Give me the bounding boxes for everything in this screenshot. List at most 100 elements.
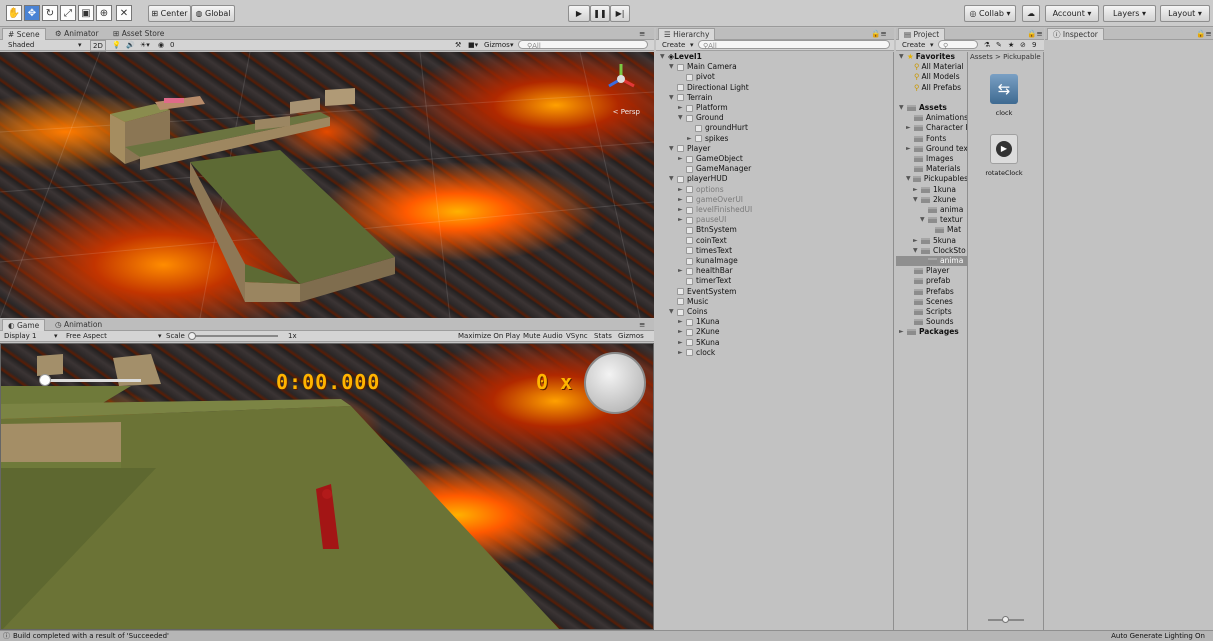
- foldout-arrow-icon[interactable]: ►: [899, 327, 907, 337]
- foldout-arrow-icon[interactable]: ▼: [913, 195, 921, 205]
- project-tree-item[interactable]: Scenes: [896, 297, 967, 307]
- project-tree-item[interactable]: anima: [896, 205, 967, 215]
- foldout-arrow-icon[interactable]: ►: [678, 327, 686, 337]
- foldout-arrow-icon[interactable]: ►: [678, 317, 686, 327]
- hierarchy-item[interactable]: ▼ Coins: [669, 307, 708, 317]
- maximize-on-play-toggle[interactable]: Maximize On Play: [458, 331, 520, 341]
- hierarchy-item[interactable]: ▼ Main Camera: [669, 62, 737, 72]
- hierarchy-item[interactable]: ► clock: [678, 348, 715, 358]
- pivot-center-button[interactable]: ⊞ Center: [148, 5, 191, 22]
- foldout-arrow-icon[interactable]: ▼: [669, 307, 677, 317]
- tab-game[interactable]: ◐ Game: [2, 319, 46, 331]
- camera-settings-icon[interactable]: ■▾: [468, 40, 478, 50]
- scale-slider-handle[interactable]: [188, 332, 196, 340]
- foldout-arrow-icon[interactable]: ►: [913, 236, 921, 246]
- lighting-status[interactable]: Auto Generate Lighting On: [1111, 631, 1205, 641]
- filter-type-icon[interactable]: ⚗: [984, 40, 990, 50]
- foldout-arrow-icon[interactable]: ►: [678, 154, 686, 164]
- hierarchy-item[interactable]: ► 1Kuna: [678, 317, 719, 327]
- foldout-arrow-icon[interactable]: ►: [906, 123, 914, 133]
- hierarchy-item[interactable]: coinText: [678, 236, 727, 246]
- foldout-arrow-icon[interactable]: ▼: [669, 144, 677, 154]
- effects-dropdown-icon[interactable]: ☀▾: [140, 40, 150, 50]
- hierarchy-item[interactable]: ▼ playerHUD: [669, 174, 727, 184]
- foldout-arrow-icon[interactable]: ►: [678, 185, 686, 195]
- foldout-arrow-icon[interactable]: ▼: [899, 52, 907, 62]
- project-lock-icon[interactable]: 🔒≡: [1022, 28, 1048, 40]
- pause-button[interactable]: ❚❚: [590, 5, 610, 22]
- hierarchy-item[interactable]: ► pauseUI: [678, 215, 726, 225]
- project-tree-item[interactable]: ► 5kuna: [896, 236, 967, 246]
- inspector-lock-icon[interactable]: 🔒≡: [1191, 28, 1213, 40]
- hierarchy-item[interactable]: ▼ Player: [669, 144, 710, 154]
- animation-clip-icon[interactable]: ▶: [990, 134, 1018, 164]
- scale-tool-icon[interactable]: ⤢: [60, 5, 76, 21]
- game-menu-icon[interactable]: ≡: [634, 319, 650, 331]
- layout-dropdown[interactable]: Layout ▾: [1160, 5, 1210, 22]
- 2d-toggle[interactable]: 2D: [90, 40, 106, 52]
- hierarchy-item[interactable]: timerText: [678, 276, 731, 286]
- project-tree-item[interactable]: Mat: [896, 225, 967, 235]
- project-tree-item[interactable]: Images: [896, 154, 967, 164]
- foldout-arrow-icon[interactable]: ▼: [660, 52, 668, 62]
- hierarchy-item[interactable]: ► spikes: [687, 134, 728, 144]
- display-dropdown[interactable]: Display 1: [4, 331, 36, 341]
- hierarchy-search-input[interactable]: ⚲All: [698, 40, 890, 50]
- favorite-star-icon[interactable]: ★: [1008, 40, 1014, 50]
- tab-asset-store[interactable]: ⊞ Asset Store: [108, 28, 169, 40]
- hierarchy-item[interactable]: ► gameOverUI: [678, 195, 743, 205]
- project-tree-item[interactable]: ⚲ All Models: [896, 72, 967, 82]
- stats-toggle[interactable]: Stats: [594, 331, 612, 341]
- project-search-input[interactable]: ⚲: [938, 40, 978, 50]
- hierarchy-item[interactable]: kunaImage: [678, 256, 738, 266]
- hierarchy-item[interactable]: ► 5Kuna: [678, 338, 719, 348]
- scene-search-input[interactable]: ⚲All: [518, 40, 648, 50]
- mute-audio-toggle[interactable]: Mute Audio: [523, 331, 563, 341]
- foldout-arrow-icon[interactable]: ►: [678, 348, 686, 358]
- foldout-arrow-icon[interactable]: ►: [678, 195, 686, 205]
- foldout-arrow-icon[interactable]: ►: [678, 103, 686, 113]
- project-tree-item[interactable]: Sounds: [896, 317, 967, 327]
- scene-gizmos-dropdown[interactable]: Gizmos: [484, 40, 510, 50]
- project-tree-item[interactable]: ▼ Pickupables: [896, 174, 967, 184]
- project-tree-item[interactable]: ▼ ★ Favorites: [896, 52, 967, 62]
- foldout-arrow-icon[interactable]: ►: [906, 144, 914, 154]
- animator-controller-icon[interactable]: ⇆: [990, 74, 1018, 104]
- foldout-arrow-icon[interactable]: ▼: [669, 174, 677, 184]
- hierarchy-item[interactable]: BtnSystem: [678, 225, 737, 235]
- tools-settings-icon[interactable]: ⚒: [455, 40, 461, 50]
- custom-tool-icon[interactable]: ✕: [116, 5, 132, 21]
- scene-menu-icon[interactable]: ≡: [634, 28, 650, 40]
- game-gizmos-dropdown[interactable]: Gizmos: [618, 331, 644, 341]
- hierarchy-item[interactable]: ▼ Terrain: [669, 93, 712, 103]
- icon-size-slider-handle[interactable]: [1002, 616, 1009, 623]
- hierarchy-item[interactable]: ► 2Kune: [678, 327, 719, 337]
- project-tree-item[interactable]: ⚲ All Prefabs: [896, 83, 967, 93]
- foldout-arrow-icon[interactable]: ►: [678, 205, 686, 215]
- project-tree-item[interactable]: ⚲ All Material: [896, 62, 967, 72]
- hierarchy-item[interactable]: GameManager: [678, 164, 751, 174]
- foldout-arrow-icon[interactable]: ▼: [913, 246, 921, 256]
- hierarchy-item[interactable]: ► levelFinishedUI: [678, 205, 752, 215]
- audio-toggle-icon[interactable]: 🔊: [126, 40, 135, 50]
- tab-inspector[interactable]: ⓘ Inspector: [1047, 28, 1104, 40]
- project-tree-item[interactable]: Materials: [896, 164, 967, 174]
- lighting-toggle-icon[interactable]: 💡: [112, 40, 121, 50]
- tab-animator[interactable]: ⚙ Animator: [50, 28, 104, 40]
- project-tree-item[interactable]: prefab: [896, 276, 967, 286]
- vsync-toggle[interactable]: VSync: [566, 331, 588, 341]
- project-tree-item[interactable]: Fonts: [896, 134, 967, 144]
- rotate-tool-icon[interactable]: ↻: [42, 5, 58, 21]
- foldout-arrow-icon[interactable]: ▼: [669, 62, 677, 72]
- layers-dropdown[interactable]: Layers ▾: [1103, 5, 1156, 22]
- foldout-arrow-icon[interactable]: ▼: [920, 215, 928, 225]
- orientation-gizmo-icon[interactable]: [606, 62, 636, 96]
- project-tree-item[interactable]: ▼ 2kune: [896, 195, 967, 205]
- hierarchy-lock-icon[interactable]: 🔒≡: [866, 28, 892, 40]
- project-tree-item[interactable]: Scripts: [896, 307, 967, 317]
- foldout-arrow-icon[interactable]: ►: [678, 338, 686, 348]
- hand-tool-icon[interactable]: ✋: [6, 5, 22, 21]
- project-tree-item[interactable]: ▼ textur: [896, 215, 967, 225]
- account-dropdown[interactable]: Account ▾: [1045, 5, 1099, 22]
- step-button[interactable]: ▶|: [610, 5, 630, 22]
